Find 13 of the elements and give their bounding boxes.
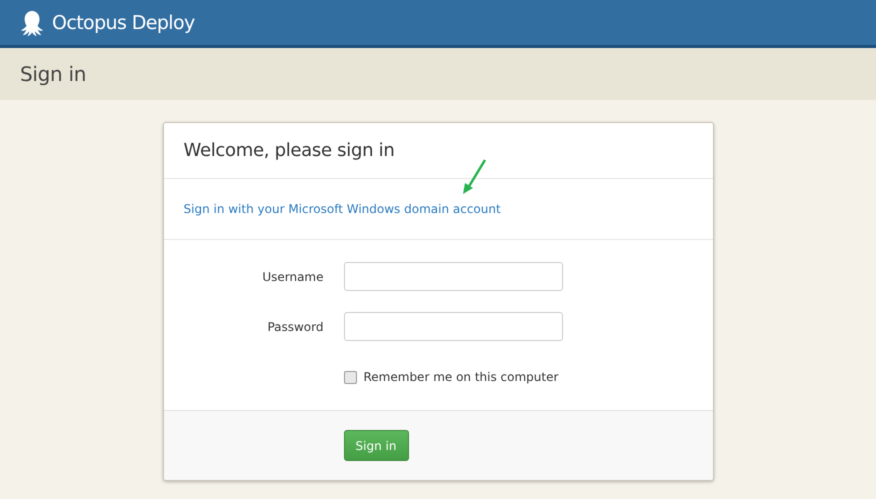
remember-checkbox[interactable] [344, 370, 356, 384]
sign-in-button[interactable]: Sign in [344, 430, 408, 461]
field-label: Password [267, 320, 324, 334]
brand-name: Octopus Deploy [52, 12, 195, 34]
remember-label: Remember me on this computer [364, 370, 558, 384]
annotation-arrow [460, 158, 486, 196]
input-field[interactable] [344, 312, 562, 341]
windows-sign-in-link[interactable]: Sign in with your Microsoft Windows domain account [184, 202, 501, 216]
octopus-icon [20, 10, 46, 36]
input-field[interactable] [344, 262, 562, 291]
page-title: Sign in [20, 62, 86, 86]
field-label: Username [262, 270, 324, 284]
card-title: Welcome, please sign in [184, 140, 394, 161]
